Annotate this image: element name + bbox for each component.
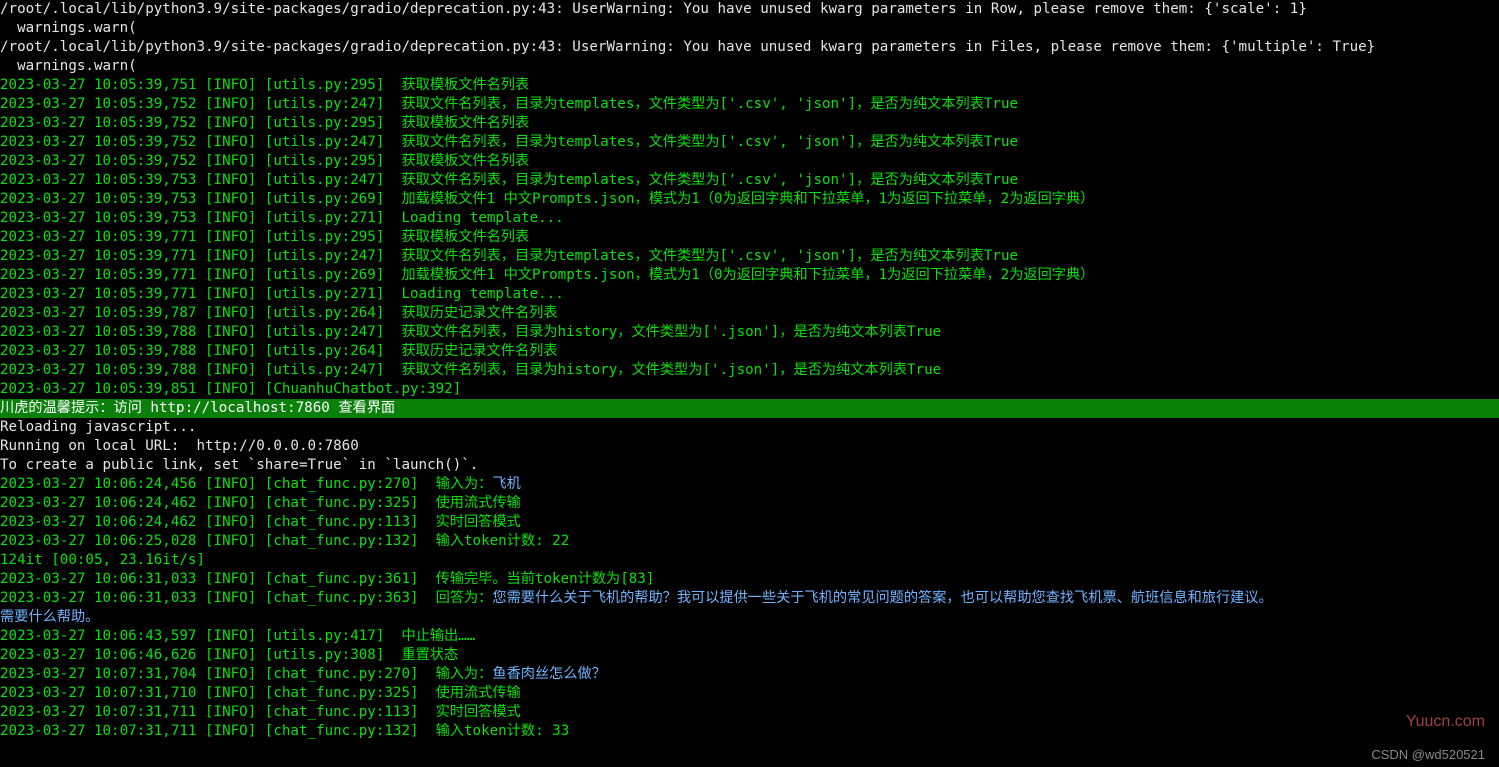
terminal-line: 2023-03-27 10:06:46,626 [INFO] [utils.py… [0,646,1499,665]
terminal-line: 2023-03-27 10:06:24,456 [INFO] [chat_fun… [0,475,1499,494]
terminal-line: 2023-03-27 10:05:39,771 [INFO] [utils.py… [0,247,1499,266]
bot-answer-1: 您需要什么关于飞机的帮助？我可以提供一些关于飞机的常见问题的答案，也可以帮助您查… [492,590,1272,606]
terminal-line: 2023-03-27 10:06:24,462 [INFO] [chat_fun… [0,513,1499,532]
terminal-line: 2023-03-27 10:05:39,752 [INFO] [utils.py… [0,114,1499,133]
terminal-line: 2023-03-27 10:05:39,851 [INFO] [ChuanhuC… [0,380,1499,399]
terminal-line: 2023-03-27 10:05:39,771 [INFO] [utils.py… [0,285,1499,304]
user-input-2: 鱼香肉丝怎么做？ [492,666,606,682]
terminal-line: 2023-03-27 10:05:39,753 [INFO] [utils.py… [0,171,1499,190]
terminal-line: 2023-03-27 10:05:39,788 [INFO] [utils.py… [0,323,1499,342]
terminal-line: 2023-03-27 10:06:31,033 [INFO] [chat_fun… [0,589,1499,608]
terminal-line: 2023-03-27 10:05:39,788 [INFO] [utils.py… [0,342,1499,361]
terminal-line: 2023-03-27 10:06:25,028 [INFO] [chat_fun… [0,532,1499,551]
terminal-line: 2023-03-27 10:05:39,753 [INFO] [utils.py… [0,209,1499,228]
launch-banner: 川虎的温馨提示：访问 http://localhost:7860 查看界面 [0,399,1499,418]
terminal-line: 2023-03-27 10:06:24,462 [INFO] [chat_fun… [0,494,1499,513]
terminal-line: 需要什么帮助。 [0,608,1499,627]
terminal-line: 2023-03-27 10:05:39,753 [INFO] [utils.py… [0,190,1499,209]
user-input-1: 飞机 [492,476,520,492]
watermark-csdn: CSDN @wd520521 [1371,747,1485,762]
terminal-line: warnings.warn( [0,19,1499,38]
terminal-line: 2023-03-27 10:05:39,752 [INFO] [utils.py… [0,95,1499,114]
terminal-line: 2023-03-27 10:05:39,788 [INFO] [utils.py… [0,361,1499,380]
terminal-line: 124it [00:05, 23.16it/s] [0,551,1499,570]
terminal-line: Running on local URL: http://0.0.0.0:786… [0,437,1499,456]
terminal-line: 2023-03-27 10:05:39,752 [INFO] [utils.py… [0,133,1499,152]
terminal-line: 2023-03-27 10:05:39,771 [INFO] [utils.py… [0,228,1499,247]
watermark-site: Yuucn.com [1406,713,1485,731]
terminal-line: 2023-03-27 10:05:39,771 [INFO] [utils.py… [0,266,1499,285]
terminal-line: 2023-03-27 10:06:43,597 [INFO] [utils.py… [0,627,1499,646]
terminal-line: 2023-03-27 10:06:31,033 [INFO] [chat_fun… [0,570,1499,589]
terminal-line: 2023-03-27 10:07:31,704 [INFO] [chat_fun… [0,665,1499,684]
terminal-line: 2023-03-27 10:05:39,787 [INFO] [utils.py… [0,304,1499,323]
terminal-output[interactable]: /root/.local/lib/python3.9/site-packages… [0,0,1499,741]
terminal-line: 2023-03-27 10:05:39,751 [INFO] [utils.py… [0,76,1499,95]
terminal-line: 2023-03-27 10:07:31,710 [INFO] [chat_fun… [0,684,1499,703]
terminal-line: Reloading javascript... [0,418,1499,437]
terminal-line: 2023-03-27 10:07:31,711 [INFO] [chat_fun… [0,722,1499,741]
terminal-line: 2023-03-27 10:05:39,752 [INFO] [utils.py… [0,152,1499,171]
terminal-line: /root/.local/lib/python3.9/site-packages… [0,38,1499,57]
terminal-line: /root/.local/lib/python3.9/site-packages… [0,0,1499,19]
terminal-line: To create a public link, set `share=True… [0,456,1499,475]
terminal-line: warnings.warn( [0,57,1499,76]
terminal-line: 2023-03-27 10:07:31,711 [INFO] [chat_fun… [0,703,1499,722]
